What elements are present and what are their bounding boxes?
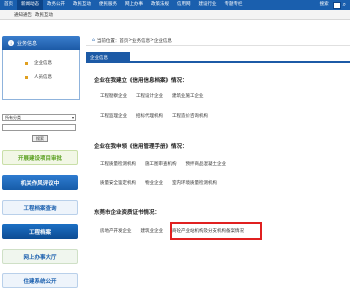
- home-icon: ⌂: [92, 38, 95, 43]
- link-row: 工程质量检测机构 施工图审查机构 预拌商品混凝土企业: [100, 161, 235, 167]
- link-cost[interactable]: 工程造价咨询机构: [172, 113, 208, 119]
- keyword-input[interactable]: [2, 124, 76, 131]
- breadcrumb-current: 企业信息: [153, 38, 172, 44]
- top-nav-bar: 首页 新闻动态 政务公开 政民互动 便民服务 网上办事 政策法规 信用网 建设行…: [0, 0, 350, 10]
- nav-online[interactable]: 网上办事: [121, 0, 147, 10]
- sub-bar: 通知通告 政民互动: [0, 10, 350, 20]
- link-property[interactable]: 物业企业: [145, 180, 163, 186]
- nav-policy[interactable]: 政策法规: [147, 0, 173, 10]
- sidebar-header: i 业务信息: [2, 36, 80, 50]
- sidebar-item-company[interactable]: 企业信息: [3, 56, 79, 70]
- sub-link-interaction[interactable]: 政民互动: [35, 12, 53, 18]
- section-title-credit-manual: 企业在我申领《信用管理手册》情况：: [94, 144, 188, 150]
- nav-home[interactable]: 首页: [0, 0, 17, 10]
- nav-topic[interactable]: 专题专栏: [221, 0, 247, 10]
- nav-gov-info[interactable]: 政务公开: [43, 0, 69, 10]
- link-quality-test[interactable]: 工程质量检测机构: [100, 161, 136, 167]
- category-select[interactable]: 所有分类 ▾: [2, 114, 76, 121]
- banner-public[interactable]: 住建系统公开: [2, 273, 78, 288]
- link-row: 工程监理企业 招标代理机构 工程造价咨询机构: [100, 113, 217, 119]
- banner-archive-query[interactable]: 工程档案查询: [2, 200, 78, 215]
- link-drawing-review[interactable]: 施工图审查机构: [145, 161, 177, 167]
- sidebar-title: 业务信息: [17, 40, 38, 47]
- search-icon[interactable]: ⌕: [343, 1, 346, 9]
- breadcrumb-home[interactable]: 首页: [119, 38, 128, 44]
- sidebar-item-label: 人员信息: [34, 75, 52, 80]
- category-select-value: 所有分类: [5, 115, 21, 120]
- link-survey[interactable]: 工程勘察企业: [100, 93, 127, 99]
- link-safety[interactable]: 质量安全鉴定机构: [100, 180, 136, 186]
- link-environment[interactable]: 室内环境质量检测机构: [172, 180, 217, 186]
- bullet-icon: [25, 75, 28, 79]
- link-construction[interactable]: 建筑业施工企业: [172, 93, 204, 99]
- breadcrumb-label: 当前位置：: [96, 38, 120, 44]
- sidebar-item-label: 企业信息: [34, 61, 52, 66]
- link-row: 质量安全鉴定机构 物业企业 室内环境质量检测机构: [100, 180, 226, 186]
- nav-credit[interactable]: 信用网: [173, 0, 195, 10]
- banner-project-approval[interactable]: 开展建设项目审批: [2, 150, 78, 165]
- nav-search: 搜索 ⌕: [316, 0, 350, 10]
- link-supervision[interactable]: 工程监理企业: [100, 113, 127, 119]
- nav-news[interactable]: 新闻动态: [17, 0, 43, 10]
- search-button[interactable]: 搜索: [32, 135, 48, 142]
- link-building-company[interactable]: 建筑业企业: [141, 228, 164, 234]
- section-title-credit-archive: 企业在我建立《信用信息档案》情况：: [94, 78, 188, 84]
- breadcrumb: ⌂ 当前位置： 首页 > 业务信息 > 企业信息: [86, 36, 350, 46]
- link-bidding[interactable]: 招标代理机构: [136, 113, 163, 119]
- nav-industry[interactable]: 建设行业: [195, 0, 221, 10]
- sidebar-menu: 企业信息 人员信息: [2, 50, 80, 100]
- sidebar: i 业务信息 企业信息 人员信息 所有分类 ▾ 搜索 开展建设项目审批 机关作风…: [2, 36, 80, 288]
- banner-evaluation[interactable]: 机关作风评议中: [2, 175, 78, 190]
- link-row: 工程勘察企业 工程设计企业 建筑业施工企业: [100, 93, 213, 99]
- banner-archive[interactable]: 工程档案: [2, 224, 78, 239]
- main-content: ⌂ 当前位置： 首页 > 业务信息 > 企业信息 企业信息 企业在我建立《信用信…: [86, 36, 350, 254]
- section-title-certificates: 东莞市企业资质证书情况：: [94, 210, 161, 216]
- breadcrumb-business[interactable]: 业务信息: [132, 38, 150, 44]
- search-input[interactable]: [332, 1, 341, 9]
- info-icon: i: [8, 40, 14, 46]
- sidebar-item-personnel[interactable]: 人员信息: [3, 70, 79, 84]
- tab-bar: 企业信息: [86, 52, 350, 63]
- nav-service[interactable]: 便民服务: [95, 0, 121, 10]
- banner-online-hall[interactable]: 网上办事大厅: [2, 249, 78, 264]
- sub-link-notice[interactable]: 通知通告: [14, 12, 32, 18]
- tab-company-info[interactable]: 企业信息: [86, 52, 130, 63]
- highlight-box: [170, 222, 262, 240]
- nav-interaction[interactable]: 政民互动: [69, 0, 95, 10]
- link-concrete[interactable]: 预拌商品混凝土企业: [186, 161, 227, 167]
- link-design[interactable]: 工程设计企业: [136, 93, 163, 99]
- link-real-estate[interactable]: 房地产开发企业: [100, 228, 132, 234]
- chevron-down-icon: ▾: [71, 115, 74, 120]
- bullet-icon: [25, 61, 28, 65]
- nav-search-label[interactable]: 搜索: [316, 0, 333, 10]
